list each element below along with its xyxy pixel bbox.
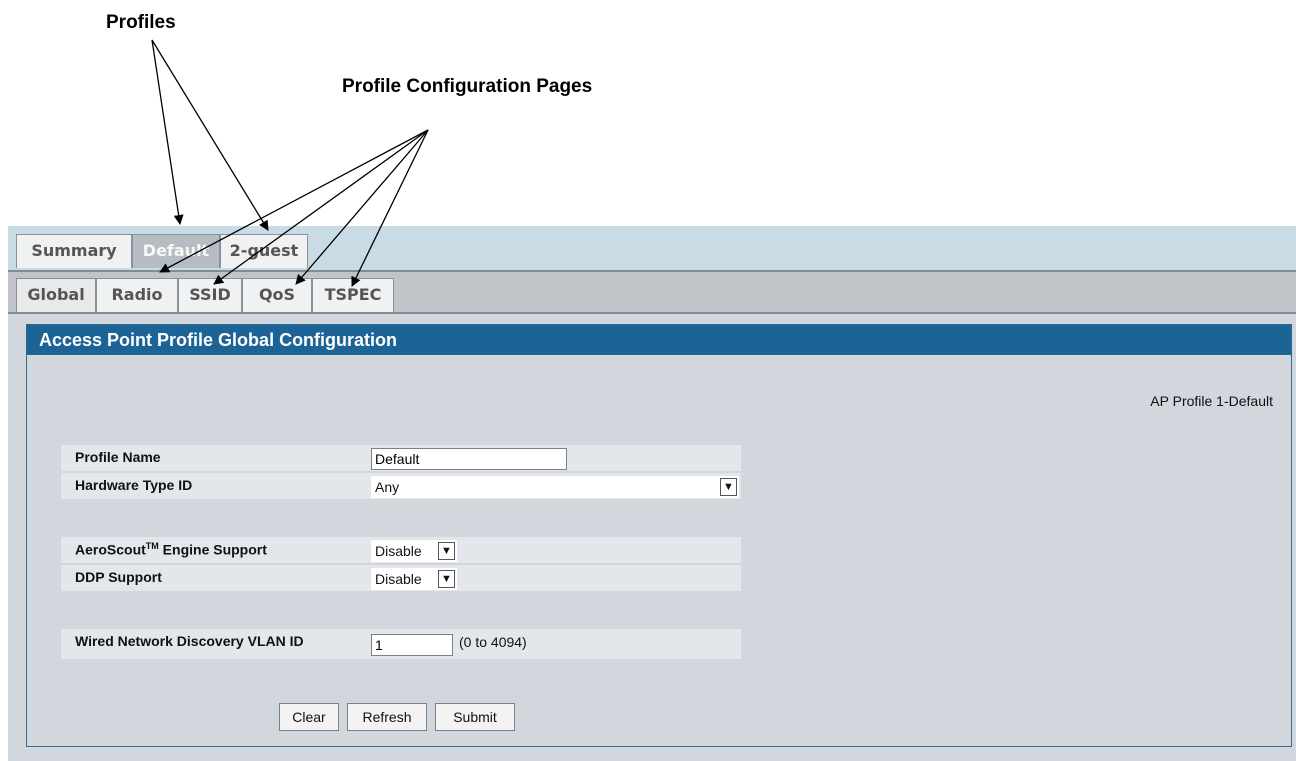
profile-tab-bar: Summary Default 2-guest [8, 226, 1296, 272]
profiles-callout: Profiles [106, 12, 176, 33]
ddp-label: DDP Support [75, 569, 162, 585]
arrow-to-default-tab [151, 39, 184, 225]
refresh-button[interactable]: Refresh [347, 703, 427, 731]
tab-radio[interactable]: Radio [96, 278, 178, 312]
tab-default[interactable]: Default [132, 234, 220, 268]
aeroscout-select[interactable]: Disable ▼ [371, 540, 457, 562]
ddp-row: DDP Support Disable ▼ [61, 565, 741, 591]
aeroscout-row: AeroScoutTM Engine Support Disable ▼ [61, 537, 741, 563]
tab-qos[interactable]: QoS [242, 278, 312, 312]
aeroscout-label: AeroScoutTM Engine Support [75, 541, 267, 558]
tab-global[interactable]: Global [16, 278, 96, 312]
arrow-to-guest-tab [151, 39, 269, 231]
vlan-id-input[interactable]: 1 [371, 634, 453, 656]
submit-button[interactable]: Submit [435, 703, 515, 731]
vlan-label: Wired Network Discovery VLAN ID [75, 633, 304, 649]
tab-tspec[interactable]: TSPEC [312, 278, 394, 312]
tab-summary[interactable]: Summary [16, 234, 132, 268]
ddp-value: Disable [375, 571, 422, 587]
chevron-down-icon: ▼ [438, 570, 455, 588]
vlan-row: Wired Network Discovery VLAN ID 1 (0 to … [61, 629, 741, 659]
hardware-type-row: Hardware Type ID Any ▼ [61, 473, 741, 499]
profile-name-label: Profile Name [75, 449, 161, 465]
profile-tag: AP Profile 1-Default [1150, 393, 1273, 409]
chevron-down-icon: ▼ [438, 542, 455, 560]
tab-2-guest[interactable]: 2-guest [220, 234, 308, 268]
profile-name-input[interactable]: Default [371, 448, 567, 470]
panel-title: Access Point Profile Global Configuratio… [27, 325, 1291, 355]
config-tab-bar: Global Radio SSID QoS TSPEC [8, 272, 1296, 314]
hardware-type-label: Hardware Type ID [75, 477, 193, 493]
aeroscout-value: Disable [375, 543, 422, 559]
hardware-type-value: Any [375, 479, 400, 495]
profile-name-row: Profile Name Default [61, 445, 741, 471]
clear-button[interactable]: Clear [279, 703, 339, 731]
ddp-select[interactable]: Disable ▼ [371, 568, 457, 590]
chevron-down-icon: ▼ [720, 478, 737, 496]
hardware-type-select[interactable]: Any ▼ [371, 476, 739, 498]
content-area: Access Point Profile Global Configuratio… [8, 314, 1296, 761]
config-pages-callout: Profile Configuration Pages [342, 76, 593, 97]
global-config-panel: Access Point Profile Global Configuratio… [26, 324, 1292, 747]
vlan-range-hint: (0 to 4094) [459, 634, 527, 650]
tab-ssid[interactable]: SSID [178, 278, 242, 312]
